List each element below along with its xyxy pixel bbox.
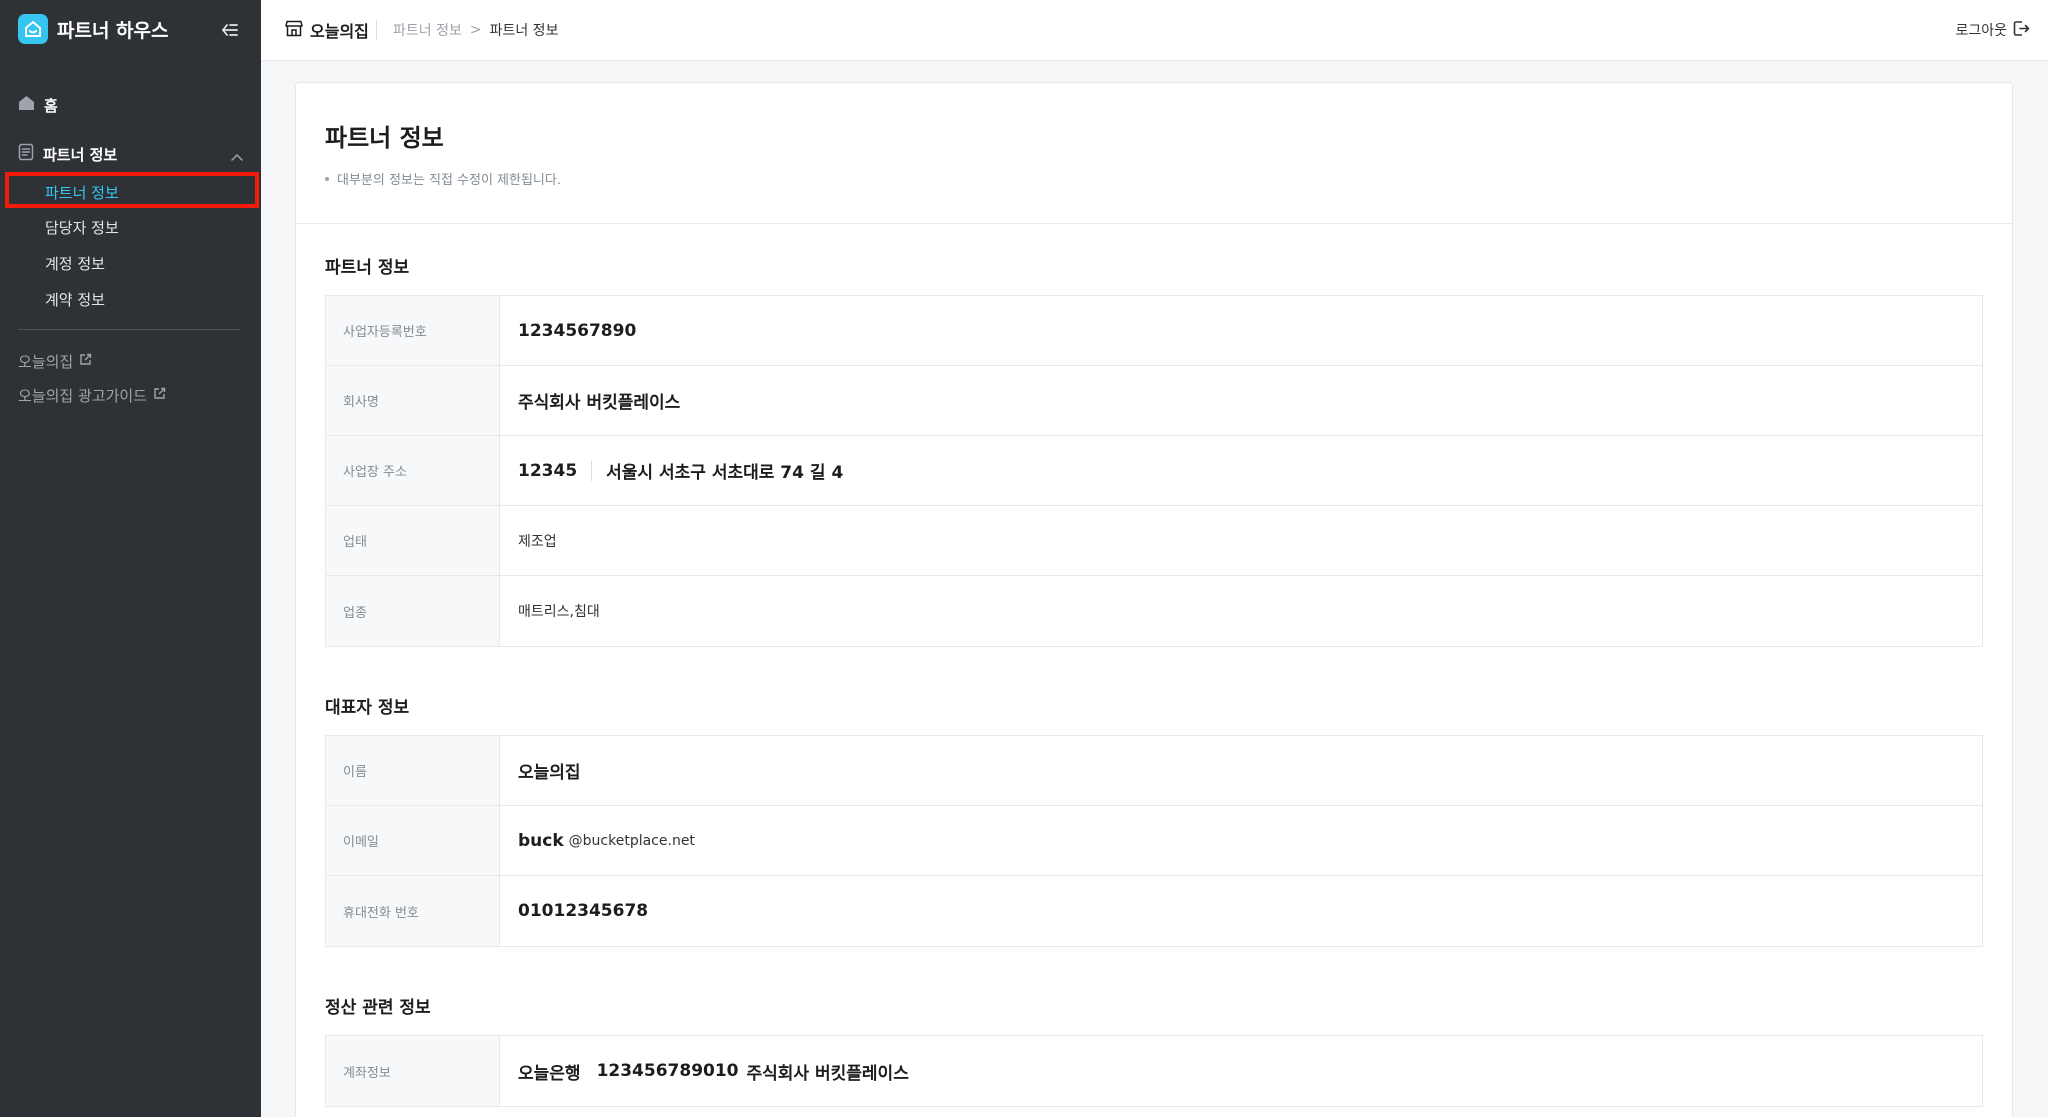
- sidebar-item-account-info[interactable]: 계정 정보: [45, 250, 105, 276]
- table-row: 이메일 buck @bucketplace.net: [326, 806, 1982, 876]
- store-icon: [285, 20, 303, 41]
- breadcrumb-item-current: 파트너 정보: [489, 23, 559, 39]
- address-value: 12345 서울시 서초구 서초대로 74 길 4: [500, 436, 1982, 505]
- section-title-representative: 대표자 정보: [325, 698, 410, 718]
- external-link-icon: [73, 352, 92, 370]
- row-label: 사업자등록번호: [326, 296, 500, 365]
- account-number: 123456789010: [596, 1061, 739, 1081]
- collapse-sidebar-icon[interactable]: [218, 18, 242, 42]
- topbar-divider: [376, 20, 377, 40]
- content-card: 파트너 정보 대부분의 정보는 직접 수정이 제한됩니다. 파트너 정보 사업자…: [295, 82, 2013, 1117]
- bank-name: 오늘은행: [518, 1063, 581, 1084]
- company-name-value: 주식회사 버킷플레이스: [518, 393, 681, 413]
- settlement-info-table: 계좌정보 오늘은행 123456789010 주식회사 버킷플레이스: [325, 1035, 1983, 1107]
- page-title: 파트너 정보: [325, 124, 444, 152]
- row-label: 이름: [326, 736, 500, 805]
- nav-group-label: 파트너 정보: [43, 145, 118, 164]
- table-row: 휴대전화 번호 01012345678: [326, 876, 1982, 946]
- table-row: 업태 제조업: [326, 506, 1982, 576]
- logout-icon: [2007, 20, 2030, 41]
- sidebar: 파트너 하우스 홈 파트너 정보 파트너 정보 담당자 정보 계정 정보 계약 …: [0, 0, 261, 1117]
- home-icon: [18, 95, 35, 115]
- row-label: 회사명: [326, 366, 500, 435]
- table-row: 계좌정보 오늘은행 123456789010 주식회사 버킷플레이스: [326, 1036, 1982, 1106]
- section-title-partner: 파트너 정보: [325, 258, 410, 278]
- table-row: 이름 오늘의집: [326, 736, 1982, 806]
- table-row: 사업자등록번호 1234567890: [326, 296, 1982, 366]
- rep-email-value: buck @bucketplace.net: [500, 806, 1982, 875]
- sidebar-item-contract-info[interactable]: 계약 정보: [45, 286, 105, 312]
- link-ad-guide[interactable]: 오늘의집 광고가이드: [18, 383, 166, 407]
- account-owner: 주식회사 버킷플레이스: [746, 1063, 909, 1084]
- rep-name-value: 오늘의집: [518, 763, 581, 783]
- breadcrumb-item-parent[interactable]: 파트너 정보: [393, 20, 462, 40]
- sidebar-divider: [18, 329, 241, 330]
- address-zip: 12345: [518, 460, 578, 481]
- bullet-icon: [325, 176, 329, 181]
- partner-info-table: 사업자등록번호 1234567890 회사명 주식회사 버킷플레이스 사업장 주…: [325, 295, 1983, 647]
- breadcrumb: 파트너 정보 > 파트너 정보: [393, 18, 558, 42]
- external-link-icon: [147, 386, 166, 404]
- row-label: 업종: [326, 576, 500, 646]
- shop-name: 오늘의집: [285, 18, 369, 42]
- address-divider: [591, 460, 593, 481]
- logout-button[interactable]: 로그아웃: [1955, 18, 2030, 42]
- sidebar-item-manager-info[interactable]: 담당자 정보: [45, 214, 119, 240]
- link-ohou[interactable]: 오늘의집: [18, 349, 92, 373]
- page-note: 대부분의 정보는 직접 수정이 제한됩니다.: [325, 169, 561, 188]
- row-label: 이메일: [326, 806, 500, 875]
- house-logo-icon: [18, 14, 48, 44]
- row-label: 계좌정보: [326, 1036, 500, 1106]
- chevron-right-icon: >: [469, 22, 482, 38]
- row-label: 휴대전화 번호: [326, 876, 500, 946]
- email-id: buck: [518, 830, 564, 851]
- email-domain: @bucketplace.net: [568, 832, 695, 849]
- nav-group-partner-info[interactable]: 파트너 정보: [18, 141, 243, 167]
- brand-title: 파트너 하우스: [57, 19, 169, 42]
- bank-account-value: 오늘은행 123456789010 주식회사 버킷플레이스: [500, 1036, 1982, 1106]
- shop-name-label: 오늘의집: [310, 22, 369, 41]
- business-number-value: 1234567890: [518, 320, 637, 341]
- page-note-text: 대부분의 정보는 직접 수정이 제한됩니다.: [337, 173, 561, 188]
- link-ohou-label: 오늘의집: [18, 352, 74, 371]
- business-item-value: 매트리스,침대: [518, 604, 600, 620]
- page-header: 파트너 정보 대부분의 정보는 직접 수정이 제한됩니다.: [296, 83, 2012, 224]
- document-icon: [18, 143, 34, 165]
- rep-phone-value: 01012345678: [518, 901, 649, 921]
- row-label: 업태: [326, 506, 500, 575]
- section-title-settlement: 정산 관련 정보: [325, 998, 431, 1018]
- table-row: 업종 매트리스,침대: [326, 576, 1982, 646]
- table-row: 사업장 주소 12345 서울시 서초구 서초대로 74 길 4: [326, 436, 1982, 506]
- row-label: 사업장 주소: [326, 436, 500, 505]
- address-main: 서울시 서초구 서초대로 74 길 4: [606, 463, 844, 483]
- brand[interactable]: 파트너 하우스: [18, 14, 169, 44]
- business-type-value: 제조업: [518, 533, 557, 550]
- topbar: 오늘의집 파트너 정보 > 파트너 정보 로그아웃: [261, 0, 2048, 61]
- nav-home-label: 홈: [44, 96, 58, 115]
- logout-label: 로그아웃: [1955, 23, 2007, 39]
- nav-home[interactable]: 홈: [18, 92, 58, 118]
- table-row: 회사명 주식회사 버킷플레이스: [326, 366, 1982, 436]
- chevron-up-icon[interactable]: [231, 146, 243, 165]
- link-ad-guide-label: 오늘의집 광고가이드: [18, 386, 147, 405]
- representative-info-table: 이름 오늘의집 이메일 buck @bucketplace.net 휴대전화 번…: [325, 735, 1983, 947]
- selection-highlight: [5, 172, 259, 208]
